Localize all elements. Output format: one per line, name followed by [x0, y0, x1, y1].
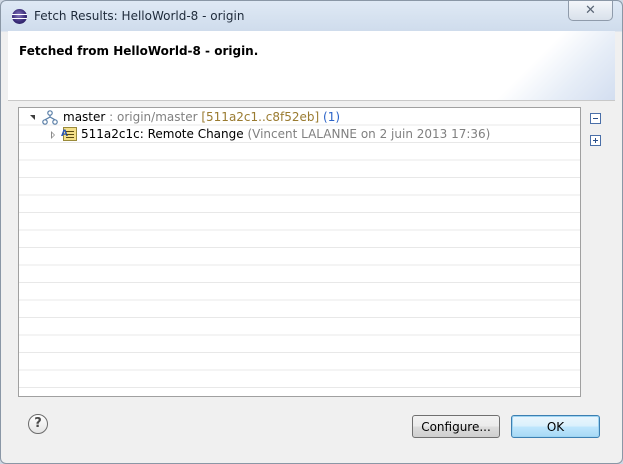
branch-icon: [42, 110, 58, 125]
close-icon: ✕: [585, 3, 596, 18]
tree-row-branch[interactable]: master : origin/master [511a2c1..c8f52eb…: [19, 109, 580, 126]
commit-message: 511a2c1c: Remote Change: [81, 127, 244, 141]
fetch-results-tree[interactable]: master : origin/master [511a2c1..c8f52eb…: [18, 107, 581, 397]
remote-branch: origin/master: [117, 110, 198, 124]
tree-row-commit[interactable]: A 511a2c1c: Remote Change (Vincent LALAN…: [19, 126, 580, 143]
expanded-arrow-icon[interactable]: [28, 109, 38, 126]
header-banner: Fetched from HelloWorld-8 - origin.: [8, 31, 615, 101]
expand-all-icon[interactable]: [590, 135, 601, 146]
dialog-body: master : origin/master [511a2c1..c8f52eb…: [8, 101, 615, 456]
title-bar[interactable]: Fetch Results: HelloWorld-8 - origin ✕: [1, 1, 622, 31]
branch-separator: :: [105, 110, 117, 124]
commit-icon: A: [61, 127, 77, 141]
configure-button[interactable]: Configure...: [412, 415, 500, 438]
close-button[interactable]: ✕: [568, 1, 613, 21]
banner-decoration: [485, 31, 615, 100]
collapse-all-icon[interactable]: [590, 113, 601, 124]
commit-count: (1): [323, 110, 341, 124]
fetch-results-dialog: Fetch Results: HelloWorld-8 - origin ✕ F…: [0, 0, 623, 464]
banner-heading: Fetched from HelloWorld-8 - origin.: [19, 44, 259, 58]
branch-name: master: [63, 110, 106, 124]
eclipse-icon: [12, 9, 27, 24]
commit-details: (Vincent LALANNE on 2 juin 2013 17:36): [247, 127, 491, 141]
ok-button[interactable]: OK: [511, 415, 600, 438]
help-button[interactable]: ?: [28, 414, 48, 434]
window-title: Fetch Results: HelloWorld-8 - origin: [34, 9, 245, 23]
collapsed-arrow-icon[interactable]: [48, 126, 58, 143]
commit-range: [511a2c1..c8f52eb]: [201, 110, 320, 124]
